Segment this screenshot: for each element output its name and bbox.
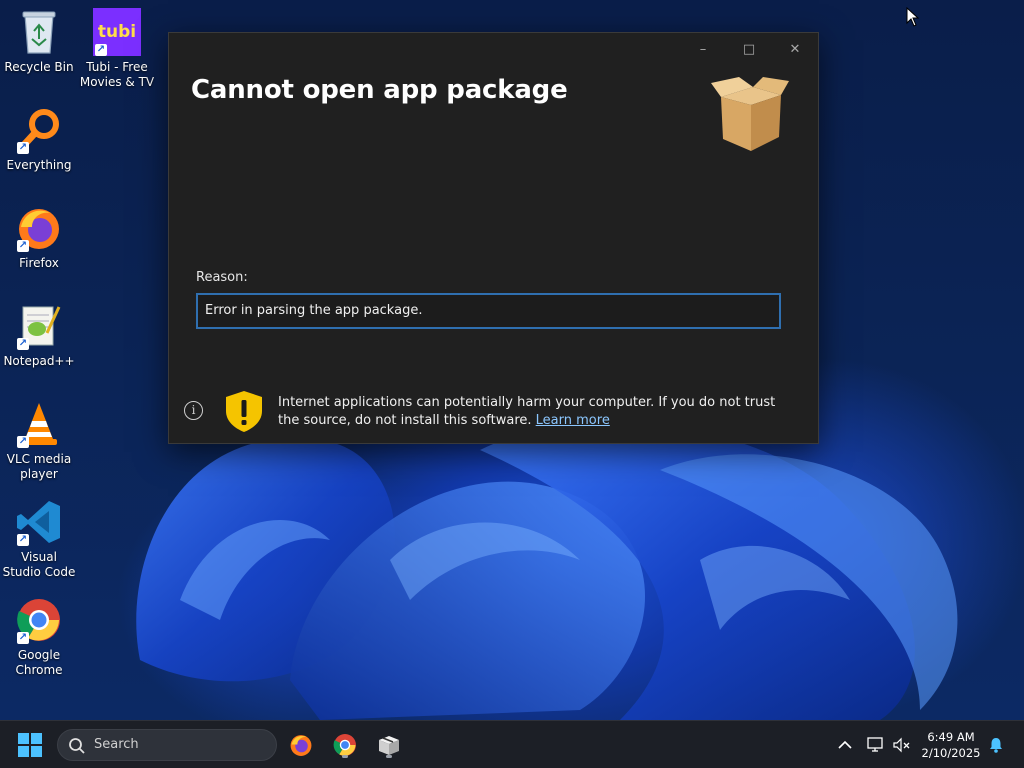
notifications-button[interactable] [986, 733, 1006, 757]
desktop-icon-vlc[interactable]: ↗ VLC media player [1, 400, 77, 482]
warning-text: Internet applications can potentially ha… [278, 395, 776, 428]
shield-warning-icon [226, 391, 262, 432]
chrome-icon: ↗ [15, 596, 63, 644]
running-indicator [386, 755, 392, 758]
desktop-icon-vscode[interactable]: ↗ Visual Studio Code [1, 498, 77, 580]
security-warning: Internet applications can potentially ha… [278, 394, 798, 430]
desktop-icon-label: Google Chrome [15, 648, 63, 677]
info-icon[interactable]: i [184, 401, 203, 420]
everything-search-icon: ↗ [15, 106, 63, 154]
firefox-icon [290, 735, 312, 756]
desktop-icon-everything[interactable]: ↗ Everything [1, 106, 77, 173]
notepadpp-icon: ↗ [15, 302, 63, 350]
search-label: Search [94, 737, 139, 752]
taskbar: Search 6:49 AM 2/10/2025 [0, 720, 1024, 768]
volume-muted-icon [893, 737, 910, 753]
taskbar-firefox[interactable] [286, 729, 316, 761]
search-icon [69, 738, 85, 754]
start-button[interactable] [16, 731, 44, 759]
volume-button[interactable] [891, 733, 913, 757]
reason-field[interactable]: Error in parsing the app package. [196, 293, 781, 329]
firefox-icon: ↗ [15, 204, 63, 252]
desktop-icon-label: Everything [6, 158, 72, 172]
vlc-icon: ↗ [15, 400, 63, 448]
running-indicator [342, 755, 348, 758]
desktop-icon-notepadpp[interactable]: ↗ Notepad++ [1, 302, 77, 369]
bell-icon [990, 738, 1002, 753]
cannot-open-package-dialog: – □ ✕ Cannot open app package Reason: Er… [168, 32, 819, 444]
desktop-icon-firefox[interactable]: ↗ Firefox [1, 204, 77, 271]
chrome-icon [333, 734, 356, 756]
desktop-icon-label: Notepad++ [3, 354, 75, 368]
desktop-icon-label: Visual Studio Code [2, 550, 76, 579]
recycle-bin-icon [15, 8, 63, 56]
taskbar-search-box[interactable]: Search [57, 729, 277, 761]
desktop-icon-label: Recycle Bin [4, 60, 74, 74]
desktop-icon-label: Tubi - Free Movies & TV [79, 60, 155, 89]
vscode-icon: ↗ [15, 498, 63, 546]
clock-date: 2/10/2025 [921, 746, 981, 760]
show-hidden-icons-button[interactable] [834, 733, 856, 757]
desktop-icon-chrome[interactable]: ↗ Google Chrome [1, 596, 77, 678]
desktop-icon-label: Firefox [19, 256, 59, 270]
desktop-icon-tubi[interactable]: tubi ↗ Tubi - Free Movies & TV [79, 8, 155, 90]
dialog-title: Cannot open app package [191, 75, 568, 105]
desktop-icon-recycle-bin[interactable]: Recycle Bin [1, 8, 77, 75]
system-clock[interactable]: 6:49 AM 2/10/2025 [918, 729, 984, 761]
network-icon [867, 737, 883, 752]
minimize-button[interactable]: – [680, 33, 726, 65]
mouse-cursor-icon [906, 7, 920, 27]
clock-time: 6:49 AM [927, 730, 975, 744]
maximize-button[interactable]: □ [726, 33, 772, 65]
taskbar-app-installer[interactable] [374, 729, 404, 761]
tubi-icon: tubi ↗ [93, 8, 141, 56]
package-box-icon [711, 77, 789, 151]
windows-logo-icon [18, 733, 42, 757]
network-status-button[interactable] [865, 733, 887, 757]
reason-label: Reason: [196, 270, 248, 285]
chevron-up-icon [838, 740, 852, 749]
close-button[interactable]: ✕ [772, 33, 818, 65]
learn-more-link[interactable]: Learn more [536, 413, 610, 428]
taskbar-chrome[interactable] [330, 729, 360, 761]
app-installer-icon [379, 736, 399, 755]
desktop-icon-label: VLC media player [6, 452, 72, 481]
